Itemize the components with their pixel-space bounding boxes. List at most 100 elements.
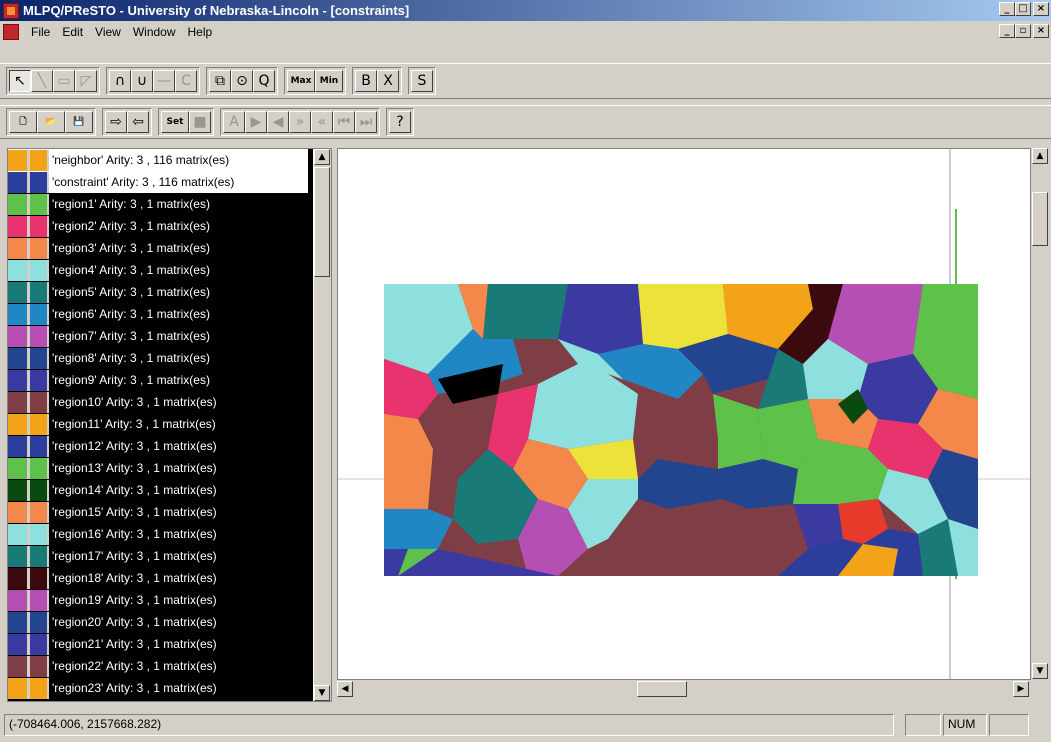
menu-file[interactable]: File bbox=[25, 25, 56, 39]
layer-row[interactable]: 'region14' Arity: 3 , 1 matrix(es) bbox=[8, 479, 308, 501]
layer-fill-swatch[interactable] bbox=[30, 479, 49, 501]
arrow-button[interactable]: ↖ bbox=[9, 70, 31, 92]
layer-color-swatch[interactable] bbox=[8, 589, 30, 611]
layer-row[interactable]: 'region18' Arity: 3 , 1 matrix(es) bbox=[8, 567, 308, 589]
map-scroll-down-arrow-icon[interactable]: ▼ bbox=[1032, 663, 1048, 679]
layer-color-swatch[interactable] bbox=[8, 303, 30, 325]
layer-color-swatch[interactable] bbox=[8, 479, 30, 501]
layer-fill-swatch[interactable] bbox=[30, 193, 49, 215]
layer-color-swatch[interactable] bbox=[8, 171, 30, 193]
layer-color-swatch[interactable] bbox=[8, 281, 30, 303]
layer-fill-swatch[interactable] bbox=[30, 589, 49, 611]
layer-color-swatch[interactable] bbox=[8, 259, 30, 281]
last-button[interactable]: ⏭ bbox=[355, 111, 377, 133]
fast-forward-button[interactable]: » bbox=[289, 111, 311, 133]
layer-row[interactable]: 'region4' Arity: 3 , 1 matrix(es) bbox=[8, 259, 308, 281]
menu-help[interactable]: Help bbox=[182, 25, 219, 39]
save-disk-button[interactable]: 💾 bbox=[65, 111, 93, 133]
layer-fill-swatch[interactable] bbox=[30, 435, 49, 457]
menu-window[interactable]: Window bbox=[127, 25, 182, 39]
layer-row[interactable]: 'region17' Arity: 3 , 1 matrix(es) bbox=[8, 545, 308, 567]
layer-color-swatch[interactable] bbox=[8, 655, 30, 677]
max-button[interactable]: Max bbox=[287, 70, 315, 92]
layer-row[interactable]: 'region9' Arity: 3 , 1 matrix(es) bbox=[8, 369, 308, 391]
layer-color-swatch[interactable] bbox=[8, 391, 30, 413]
layer-color-swatch[interactable] bbox=[8, 545, 30, 567]
layer-fill-swatch[interactable] bbox=[30, 259, 49, 281]
map-canvas[interactable] bbox=[337, 148, 1031, 680]
layer-color-swatch[interactable] bbox=[8, 611, 30, 633]
circle-button[interactable]: ⊙ bbox=[231, 70, 253, 92]
layer-row[interactable]: 'region12' Arity: 3 , 1 matrix(es) bbox=[8, 435, 308, 457]
layer-color-swatch[interactable] bbox=[8, 567, 30, 589]
help-question-button[interactable]: ? bbox=[389, 111, 411, 133]
map-scroll-right-arrow-icon[interactable]: ▶ bbox=[1013, 681, 1029, 697]
line-button[interactable]: ╲ bbox=[31, 70, 53, 92]
layer-row[interactable]: 'region10' Arity: 3 , 1 matrix(es) bbox=[8, 391, 308, 413]
layer-color-swatch[interactable] bbox=[8, 237, 30, 259]
doc-restore-button[interactable]: ▫ bbox=[1015, 24, 1031, 38]
layer-color-swatch[interactable] bbox=[8, 435, 30, 457]
scroll-down-arrow-icon[interactable]: ▼ bbox=[314, 685, 330, 701]
layer-color-swatch[interactable] bbox=[8, 633, 30, 655]
doc-minimize-button[interactable]: _ bbox=[999, 24, 1015, 38]
layer-row[interactable]: 'constraint' Arity: 3 , 116 matrix(es) bbox=[8, 171, 308, 193]
play-button[interactable]: ▶ bbox=[245, 111, 267, 133]
bold-b-button[interactable]: B bbox=[355, 70, 377, 92]
layer-color-swatch[interactable] bbox=[8, 149, 30, 171]
layer-row[interactable]: 'region11' Arity: 3 , 1 matrix(es) bbox=[8, 413, 308, 435]
layer-row[interactable]: 'neighbor' Arity: 3 , 116 matrix(es) bbox=[8, 149, 308, 171]
layer-fill-swatch[interactable] bbox=[30, 457, 49, 479]
color-fill-button[interactable]: ■ bbox=[189, 111, 211, 133]
open-folder-button[interactable]: 📂 bbox=[37, 111, 65, 133]
layer-row[interactable]: 'region7' Arity: 3 , 1 matrix(es) bbox=[8, 325, 308, 347]
layer-row[interactable]: 'region15' Arity: 3 , 1 matrix(es) bbox=[8, 501, 308, 523]
layer-color-swatch[interactable] bbox=[8, 677, 30, 699]
map-vscroll-thumb[interactable] bbox=[1032, 192, 1048, 246]
layer-fill-swatch[interactable] bbox=[30, 545, 49, 567]
app-logo-icon[interactable] bbox=[3, 2, 19, 19]
layer-fill-swatch[interactable] bbox=[30, 633, 49, 655]
layer-fill-swatch[interactable] bbox=[30, 391, 49, 413]
step-back-button[interactable]: ◀ bbox=[267, 111, 289, 133]
map-scroll-up-arrow-icon[interactable]: ▲ bbox=[1032, 148, 1048, 164]
layer-list-scrollbar[interactable]: ▲ ▼ bbox=[313, 149, 331, 701]
layer-fill-swatch[interactable] bbox=[30, 149, 49, 171]
layer-color-swatch[interactable] bbox=[8, 347, 30, 369]
union-button[interactable]: ∪ bbox=[131, 70, 153, 92]
layer-row[interactable]: 'region6' Arity: 3 , 1 matrix(es) bbox=[8, 303, 308, 325]
min-button[interactable]: Min bbox=[315, 70, 343, 92]
layer-row[interactable]: 'region3' Arity: 3 , 1 matrix(es) bbox=[8, 237, 308, 259]
layer-fill-swatch[interactable] bbox=[30, 171, 49, 193]
rectangle-button[interactable]: ▭ bbox=[53, 70, 75, 92]
import-button[interactable]: ⇦ bbox=[127, 111, 149, 133]
layer-fill-swatch[interactable] bbox=[30, 237, 49, 259]
menu-view[interactable]: View bbox=[89, 25, 127, 39]
layer-fill-swatch[interactable] bbox=[30, 655, 49, 677]
layer-color-swatch[interactable] bbox=[8, 193, 30, 215]
layer-color-swatch[interactable] bbox=[8, 215, 30, 237]
difference-button[interactable]: — bbox=[153, 70, 175, 92]
layer-fill-swatch[interactable] bbox=[30, 611, 49, 633]
layer-fill-swatch[interactable] bbox=[30, 501, 49, 523]
map-vertical-scrollbar[interactable]: ▲ ▼ bbox=[1031, 148, 1049, 680]
document-icon[interactable] bbox=[3, 24, 19, 40]
intersection-button[interactable]: ∩ bbox=[109, 70, 131, 92]
layer-fill-swatch[interactable] bbox=[30, 567, 49, 589]
cross-button[interactable]: X bbox=[377, 70, 399, 92]
layer-list-scroll-thumb[interactable] bbox=[314, 167, 330, 277]
layer-row[interactable]: 'region8' Arity: 3 , 1 matrix(es) bbox=[8, 347, 308, 369]
layer-fill-swatch[interactable] bbox=[30, 215, 49, 237]
new-file-button[interactable]: 🗋 bbox=[9, 111, 37, 133]
layer-fill-swatch[interactable] bbox=[30, 677, 49, 699]
layer-color-swatch[interactable] bbox=[8, 501, 30, 523]
layer-fill-swatch[interactable] bbox=[30, 281, 49, 303]
layer-color-swatch[interactable] bbox=[8, 523, 30, 545]
layer-row[interactable]: 'region23' Arity: 3 , 1 matrix(es) bbox=[8, 677, 308, 699]
layer-color-swatch[interactable] bbox=[8, 413, 30, 435]
map-horizontal-scrollbar[interactable]: ◀ ▶ bbox=[337, 680, 1031, 698]
layer-fill-swatch[interactable] bbox=[30, 303, 49, 325]
doc-close-button[interactable]: × bbox=[1033, 24, 1049, 38]
buffer-button[interactable]: ⧉ bbox=[209, 70, 231, 92]
layer-fill-swatch[interactable] bbox=[30, 413, 49, 435]
